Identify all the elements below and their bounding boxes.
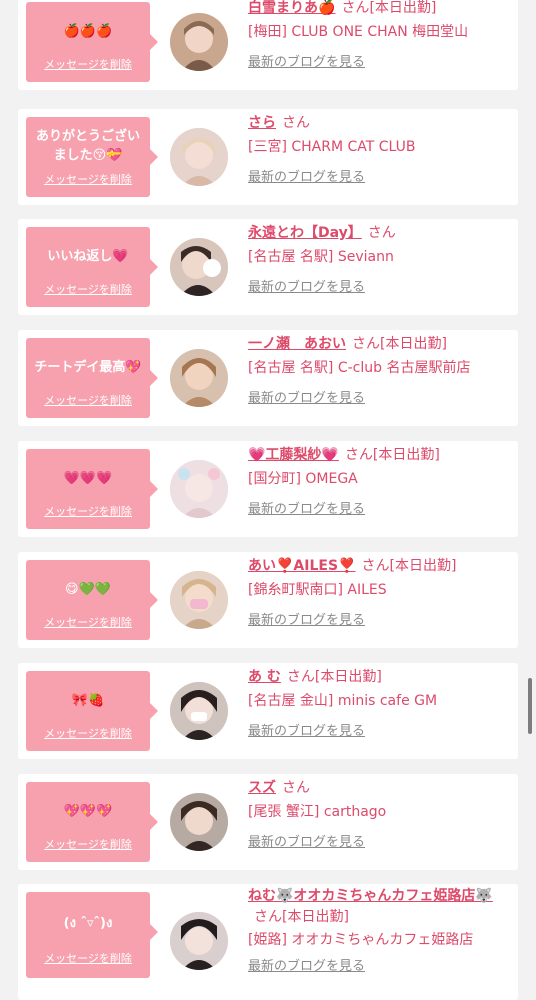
- profile-name-link[interactable]: 白雪まりあ🍎: [248, 0, 335, 16]
- message-card: 😋💚💚 メッセージを削除 あい❣️AILES❣️ さん[本日出勤] [錦糸町駅南口…: [18, 552, 518, 648]
- latest-blog-link[interactable]: 最新のブログを見る: [248, 612, 365, 630]
- message-text: 🍎🍎🍎: [63, 23, 113, 39]
- working-today-badge: [本日出勤]: [314, 669, 382, 685]
- avatar[interactable]: [170, 682, 228, 740]
- message-bubble: チートデイ最高💖 メッセージを削除: [26, 338, 158, 418]
- message-bubble: いいね返し💗 メッセージを削除: [26, 227, 158, 307]
- working-today-badge: [本日出勤]: [372, 447, 440, 463]
- message-text: (ง ˆ▿ˆ)ง: [63, 915, 113, 931]
- profile-info: さら さん [三宮] CHARM CAT CLUB 最新のブログを見る: [248, 113, 512, 187]
- message-bubble: 💖💖💖 メッセージを削除: [26, 782, 158, 862]
- message-card: 💖💖💖 メッセージを削除 スズ さん [尾張 蟹江] carthago 最新のブロ…: [18, 774, 518, 870]
- scrollbar[interactable]: [528, 678, 532, 734]
- message-bubble: 💗💗💗 メッセージを削除: [26, 449, 158, 529]
- honorific: さん: [282, 115, 310, 131]
- profile-name-link[interactable]: 💗工藤梨紗💗: [248, 447, 339, 463]
- honorific: さん: [341, 0, 370, 16]
- honorific: さん: [361, 558, 390, 574]
- shop-name: [名古屋 金山] minis cafe GM: [248, 693, 438, 709]
- latest-blog-link[interactable]: 最新のブログを見る: [248, 390, 365, 408]
- shop-name: [名古屋 名駅] C-club 名古屋駅前店: [248, 360, 471, 376]
- shop-name: [梅田] CLUB ONE CHAN 梅田堂山: [248, 24, 469, 40]
- shop-name: [名古屋 名駅] Seviann: [248, 249, 394, 265]
- honorific: さん: [282, 780, 310, 796]
- latest-blog-link[interactable]: 最新のブログを見る: [248, 54, 365, 72]
- profile-name-link[interactable]: さら: [248, 115, 276, 131]
- message-bubble: 😋💚💚 メッセージを削除: [26, 560, 158, 640]
- profile-info: 一ノ瀬 あおい さん[本日出勤] [名古屋 名駅] C-club 名古屋駅前店 最…: [248, 334, 512, 408]
- latest-blog-link[interactable]: 最新のブログを見る: [248, 958, 365, 976]
- message-text: 🎀🍓: [71, 692, 105, 708]
- working-today-badge: [本日出勤]: [369, 0, 437, 16]
- delete-message-link[interactable]: メッセージを削除: [26, 503, 150, 519]
- profile-name-link[interactable]: スズ: [248, 780, 276, 796]
- message-text: 😋💚💚: [65, 581, 111, 597]
- profile-info: 白雪まりあ🍎 さん[本日出勤] [梅田] CLUB ONE CHAN 梅田堂山 最…: [248, 0, 512, 72]
- honorific: さん: [286, 669, 315, 685]
- message-card: (ง ˆ▿ˆ)ง メッセージを削除 ねむ🐺オオカミちゃんカフェ姫路店🐺 さん[本日…: [18, 884, 518, 1000]
- avatar[interactable]: [170, 793, 228, 851]
- avatar[interactable]: [170, 571, 228, 629]
- latest-blog-link[interactable]: 最新のブログを見る: [248, 501, 365, 519]
- honorific: さん: [344, 447, 373, 463]
- message-list: 🍎🍎🍎 メッセージを削除 白雪まりあ🍎 さん[本日出勤] [梅田] CLUB ON…: [0, 0, 536, 1000]
- shop-name: [三宮] CHARM CAT CLUB: [248, 139, 416, 155]
- honorific: さん: [352, 336, 380, 352]
- avatar[interactable]: [170, 13, 228, 71]
- latest-blog-link[interactable]: 最新のブログを見る: [248, 169, 365, 187]
- profile-name-link[interactable]: 永遠とわ【Day】: [248, 225, 362, 241]
- profile-info: ねむ🐺オオカミちゃんカフェ姫路店🐺 さん[本日出勤] [姫路] オオカミちゃんカフ…: [248, 886, 512, 976]
- message-card: 💗💗💗 メッセージを削除 💗工藤梨紗💗 さん[本日出勤] [国分町] OMEGA …: [18, 441, 518, 537]
- latest-blog-link[interactable]: 最新のブログを見る: [248, 834, 365, 852]
- message-text: ありがとうございました😚💝: [35, 129, 140, 163]
- honorific: さん: [254, 909, 282, 925]
- profile-name-link[interactable]: 一ノ瀬 あおい: [248, 336, 346, 352]
- profile-name-link[interactable]: あ む: [248, 669, 281, 685]
- avatar[interactable]: [170, 460, 228, 518]
- message-bubble: (ง ˆ▿ˆ)ง メッセージを削除: [26, 892, 158, 978]
- message-text: いいね返し💗: [47, 248, 129, 264]
- avatar[interactable]: [170, 128, 228, 186]
- delete-message-link[interactable]: メッセージを削除: [26, 392, 150, 408]
- profile-info: スズ さん [尾張 蟹江] carthago 最新のブログを見る: [248, 778, 512, 852]
- profile-info: 💗工藤梨紗💗 さん[本日出勤] [国分町] OMEGA 最新のブログを見る: [248, 445, 512, 519]
- avatar[interactable]: [170, 912, 228, 970]
- profile-name-link[interactable]: ねむ🐺オオカミちゃんカフェ姫路店🐺: [248, 888, 493, 904]
- message-bubble: 🎀🍓 メッセージを削除: [26, 671, 158, 751]
- message-card: 🍎🍎🍎 メッセージを削除 白雪まりあ🍎 さん[本日出勤] [梅田] CLUB ON…: [18, 0, 518, 90]
- message-card: ありがとうございました😚💝 メッセージを削除 さら さん [三宮] CHARM C…: [18, 109, 518, 205]
- latest-blog-link[interactable]: 最新のブログを見る: [248, 279, 365, 297]
- message-card: チートデイ最高💖 メッセージを削除 一ノ瀬 あおい さん[本日出勤] [名古屋 名…: [18, 330, 518, 426]
- message-bubble: ありがとうございました😚💝 メッセージを削除: [26, 117, 158, 197]
- working-today-badge: [本日出勤]: [389, 558, 457, 574]
- delete-message-link[interactable]: メッセージを削除: [26, 56, 150, 72]
- message-text: チートデイ最高💖: [34, 359, 142, 375]
- message-text: 💖💖💖: [63, 803, 113, 819]
- message-card: 🎀🍓 メッセージを削除 あ むさん[本日出勤] [名古屋 金山] minis c…: [18, 663, 518, 759]
- delete-message-link[interactable]: メッセージを削除: [26, 281, 150, 297]
- profile-info: あい❣️AILES❣️ さん[本日出勤] [錦糸町駅南口] AILES 最新のブロ…: [248, 556, 512, 630]
- profile-info: 永遠とわ【Day】 さん [名古屋 名駅] Seviann 最新のブログを見る: [248, 223, 512, 297]
- delete-message-link[interactable]: メッセージを削除: [26, 171, 150, 187]
- working-today-badge: [本日出勤]: [380, 336, 447, 352]
- avatar[interactable]: [170, 349, 228, 407]
- delete-message-link[interactable]: メッセージを削除: [26, 614, 150, 630]
- shop-name: [姫路] オオカミちゃんカフェ姫路店: [248, 932, 474, 948]
- shop-name: [国分町] OMEGA: [248, 471, 358, 487]
- profile-name-link[interactable]: あい❣️AILES❣️: [248, 558, 355, 574]
- working-today-badge: [本日出勤]: [282, 909, 349, 925]
- delete-message-link[interactable]: メッセージを削除: [26, 836, 150, 852]
- shop-name: [尾張 蟹江] carthago: [248, 804, 387, 820]
- avatar[interactable]: [170, 238, 228, 296]
- profile-info: あ むさん[本日出勤] [名古屋 金山] minis cafe GM 最新のブロ…: [248, 667, 512, 741]
- delete-message-link[interactable]: メッセージを削除: [26, 950, 150, 966]
- latest-blog-link[interactable]: 最新のブログを見る: [248, 723, 365, 741]
- shop-name: [錦糸町駅南口] AILES: [248, 582, 387, 598]
- delete-message-link[interactable]: メッセージを削除: [26, 725, 150, 741]
- message-card: いいね返し💗 メッセージを削除 永遠とわ【Day】 さん [名古屋 名駅] Sev…: [18, 219, 518, 315]
- message-text: 💗💗💗: [63, 470, 113, 486]
- honorific: さん: [367, 225, 396, 241]
- message-bubble: 🍎🍎🍎 メッセージを削除: [26, 2, 158, 82]
